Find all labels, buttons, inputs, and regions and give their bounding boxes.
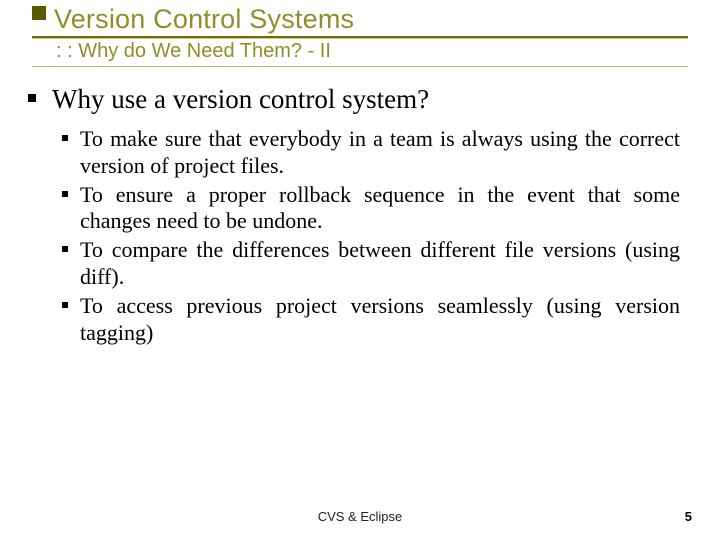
list-item-text: To compare the differences between diffe… xyxy=(80,237,680,289)
list-item: To compare the differences between diffe… xyxy=(80,237,680,291)
page-number: 5 xyxy=(685,509,692,524)
list-item: To ensure a proper rollback sequence in … xyxy=(80,182,680,236)
footer-center-text: CVS & Eclipse xyxy=(0,509,720,524)
title-bullet-square xyxy=(32,6,46,20)
slide-subtitle: : : Why do We Need Them? - II xyxy=(56,40,331,63)
subtitle-underline xyxy=(32,66,688,67)
list-item-text: To ensure a proper rollback sequence in … xyxy=(80,182,680,234)
list-item: To make sure that everybody in a team is… xyxy=(80,126,680,180)
list-item-text: To access previous project versions seam… xyxy=(80,293,680,345)
list-item-text: To make sure that everybody in a team is… xyxy=(80,126,680,178)
level2-list: To make sure that everybody in a team is… xyxy=(80,126,680,349)
list-item: To access previous project versions seam… xyxy=(80,293,680,347)
level1-item: Why use a version control system? xyxy=(28,84,429,115)
title-underline xyxy=(32,36,688,38)
slide: Version Control Systems : : Why do We Ne… xyxy=(0,0,720,540)
slide-title: Version Control Systems xyxy=(54,4,354,35)
level1-text: Why use a version control system? xyxy=(52,84,429,114)
